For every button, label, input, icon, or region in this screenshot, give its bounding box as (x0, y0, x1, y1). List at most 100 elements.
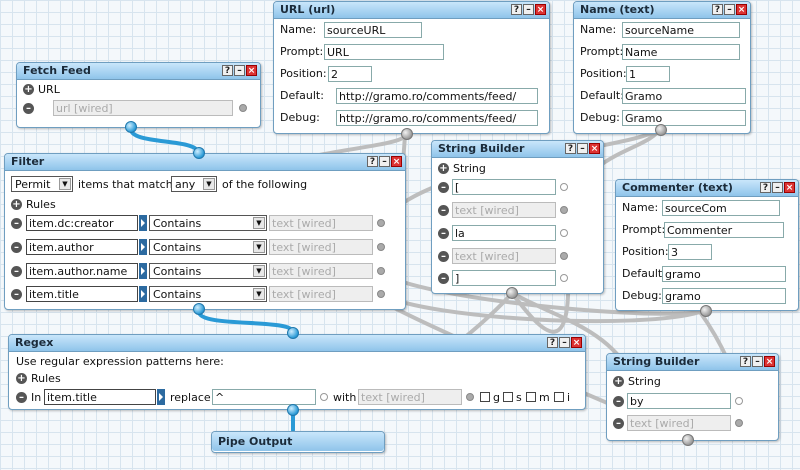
help-icon[interactable]: ? (712, 4, 723, 15)
filter-rule-port[interactable] (377, 290, 385, 298)
help-icon[interactable]: ? (222, 65, 233, 76)
regex-field[interactable]: item.title (44, 389, 156, 405)
add-rule-icon[interactable]: + (11, 199, 22, 210)
url-input-output-terminal[interactable] (401, 128, 413, 140)
name-name-field[interactable]: sourceName (622, 22, 740, 38)
filter-rule-field[interactable]: item.author.name (26, 263, 138, 279)
string-builder-1-module[interactable]: String Builder ? – × + String – [ – text… (431, 140, 604, 294)
regex-input-terminal[interactable] (287, 327, 299, 339)
remove-rule-icon[interactable]: – (11, 218, 22, 229)
string-builder-2-module[interactable]: String Builder ? – × + String – by – tex… (606, 353, 779, 441)
help-icon[interactable]: ? (565, 143, 576, 154)
string-builder-1-item[interactable]: la (452, 225, 556, 241)
filter-titlebar[interactable]: Filter ? – × (5, 154, 405, 171)
commenter-name-field[interactable]: sourceCom (662, 200, 780, 216)
name-input-titlebar[interactable]: Name (text) ? – × (574, 2, 750, 19)
help-icon[interactable]: ? (367, 156, 378, 167)
remove-rule-icon[interactable]: – (11, 266, 22, 277)
help-icon[interactable]: ? (511, 4, 522, 15)
fetch-feed-module[interactable]: Fetch Feed ? – × + URL – url [wired] (16, 62, 261, 128)
url-name-field[interactable]: sourceURL (324, 22, 422, 38)
filter-rule-operator[interactable]: Contains ▼ (149, 215, 267, 231)
name-input-output-terminal[interactable] (655, 124, 667, 136)
help-icon[interactable]: ? (760, 182, 771, 193)
regex-pattern-field[interactable]: ^ (212, 389, 316, 405)
filter-rule-value[interactable]: text [wired] (269, 215, 373, 231)
minimize-icon[interactable]: – (559, 337, 570, 348)
name-default-field[interactable]: Gramo (622, 88, 746, 104)
string-builder-2-item[interactable]: by (627, 393, 731, 409)
filter-rule-operator[interactable]: Contains ▼ (149, 263, 267, 279)
url-input-titlebar[interactable]: URL (url) ? – × (274, 2, 549, 19)
string-builder-1-item[interactable]: text [wired] (452, 248, 556, 264)
url-input-module[interactable]: URL (url) ? – × Name: sourceURL Prompt: … (273, 1, 550, 134)
filter-rule-field[interactable]: item.author (26, 239, 138, 255)
filter-rule-value[interactable]: text [wired] (269, 286, 373, 302)
close-icon[interactable]: × (571, 337, 582, 348)
string-builder-1-item[interactable]: ] (452, 270, 556, 286)
regex-with-port[interactable] (466, 393, 474, 401)
filter-rule-operator[interactable]: Contains ▼ (149, 286, 267, 302)
regex-flag-m-checkbox[interactable] (526, 392, 536, 402)
minimize-icon[interactable]: – (379, 156, 390, 167)
pipe-output-module[interactable]: Pipe Output (211, 431, 385, 453)
commenter-prompt-field[interactable]: Commenter (664, 222, 784, 238)
regex-titlebar[interactable]: Regex ? – × (9, 335, 585, 352)
field-picker-icon[interactable] (139, 239, 147, 255)
regex-pattern-port[interactable] (320, 393, 328, 401)
filter-rule-field[interactable]: item.title (26, 286, 138, 302)
minimize-icon[interactable]: – (523, 4, 534, 15)
string-builder-1-port[interactable] (560, 229, 568, 237)
name-debug-field[interactable]: Gramo (622, 110, 746, 126)
string-builder-1-item[interactable]: text [wired] (452, 202, 556, 218)
filter-rule-field[interactable]: item.dc:creator (26, 215, 138, 231)
filter-rule-port[interactable] (377, 243, 385, 251)
regex-flag-g-checkbox[interactable] (480, 392, 490, 402)
minimize-icon[interactable]: – (752, 356, 763, 367)
filter-mode-select[interactable]: Permit ▼ (11, 176, 73, 192)
field-picker-icon[interactable] (139, 263, 147, 279)
name-prompt-field[interactable]: Name (622, 44, 740, 60)
field-picker-icon[interactable] (139, 286, 147, 302)
fetch-feed-url-input[interactable]: url [wired] (53, 100, 233, 116)
close-icon[interactable]: × (764, 356, 775, 367)
filter-rule-value[interactable]: text [wired] (269, 239, 373, 255)
minimize-icon[interactable]: – (234, 65, 245, 76)
minimize-icon[interactable]: – (577, 143, 588, 154)
regex-module[interactable]: Regex ? – × Use regular expression patte… (8, 334, 586, 410)
remove-string-icon[interactable]: – (438, 251, 449, 262)
string-builder-2-output-terminal[interactable] (682, 434, 694, 446)
pipe-output-titlebar[interactable]: Pipe Output (212, 432, 384, 451)
string-builder-1-output-terminal[interactable] (506, 287, 518, 299)
filter-module[interactable]: Filter ? – × Permit ▼ items that match a… (4, 153, 406, 310)
string-builder-2-item[interactable]: text [wired] (627, 415, 731, 431)
filter-rule-operator[interactable]: Contains ▼ (149, 239, 267, 255)
remove-string-icon[interactable]: – (613, 418, 624, 429)
minimize-icon[interactable]: – (724, 4, 735, 15)
string-builder-2-titlebar[interactable]: String Builder ? – × (607, 354, 778, 371)
commenter-input-module[interactable]: Commenter (text) ? – × Name: sourceCom P… (615, 179, 799, 311)
add-rule-icon[interactable]: + (16, 373, 27, 384)
url-default-field[interactable]: http://gramo.ro/comments/feed/ (336, 88, 538, 104)
commenter-output-terminal[interactable] (700, 305, 712, 317)
string-builder-1-port[interactable] (560, 274, 568, 282)
remove-string-icon[interactable]: – (438, 228, 449, 239)
field-picker-icon[interactable] (139, 215, 147, 231)
commenter-debug-field[interactable]: gramo (662, 288, 786, 304)
string-builder-1-titlebar[interactable]: String Builder ? – × (432, 141, 603, 158)
close-icon[interactable]: × (246, 65, 257, 76)
fetch-feed-output-terminal[interactable] (125, 121, 137, 133)
url-position-field[interactable]: 2 (328, 66, 372, 82)
close-icon[interactable]: × (784, 182, 795, 193)
filter-input-terminal[interactable] (193, 147, 205, 159)
string-builder-2-port[interactable] (735, 397, 743, 405)
commenter-position-field[interactable]: 3 (668, 244, 712, 260)
remove-string-icon[interactable]: – (438, 205, 449, 216)
url-debug-field[interactable]: http://gramo.ro/comments/feed/ (336, 110, 538, 126)
close-icon[interactable]: × (535, 4, 546, 15)
close-icon[interactable]: × (391, 156, 402, 167)
add-string-icon[interactable]: + (438, 163, 449, 174)
commenter-input-titlebar[interactable]: Commenter (text) ? – × (616, 180, 798, 197)
string-builder-1-port[interactable] (560, 183, 568, 191)
regex-with-field[interactable]: text [wired] (358, 389, 462, 405)
